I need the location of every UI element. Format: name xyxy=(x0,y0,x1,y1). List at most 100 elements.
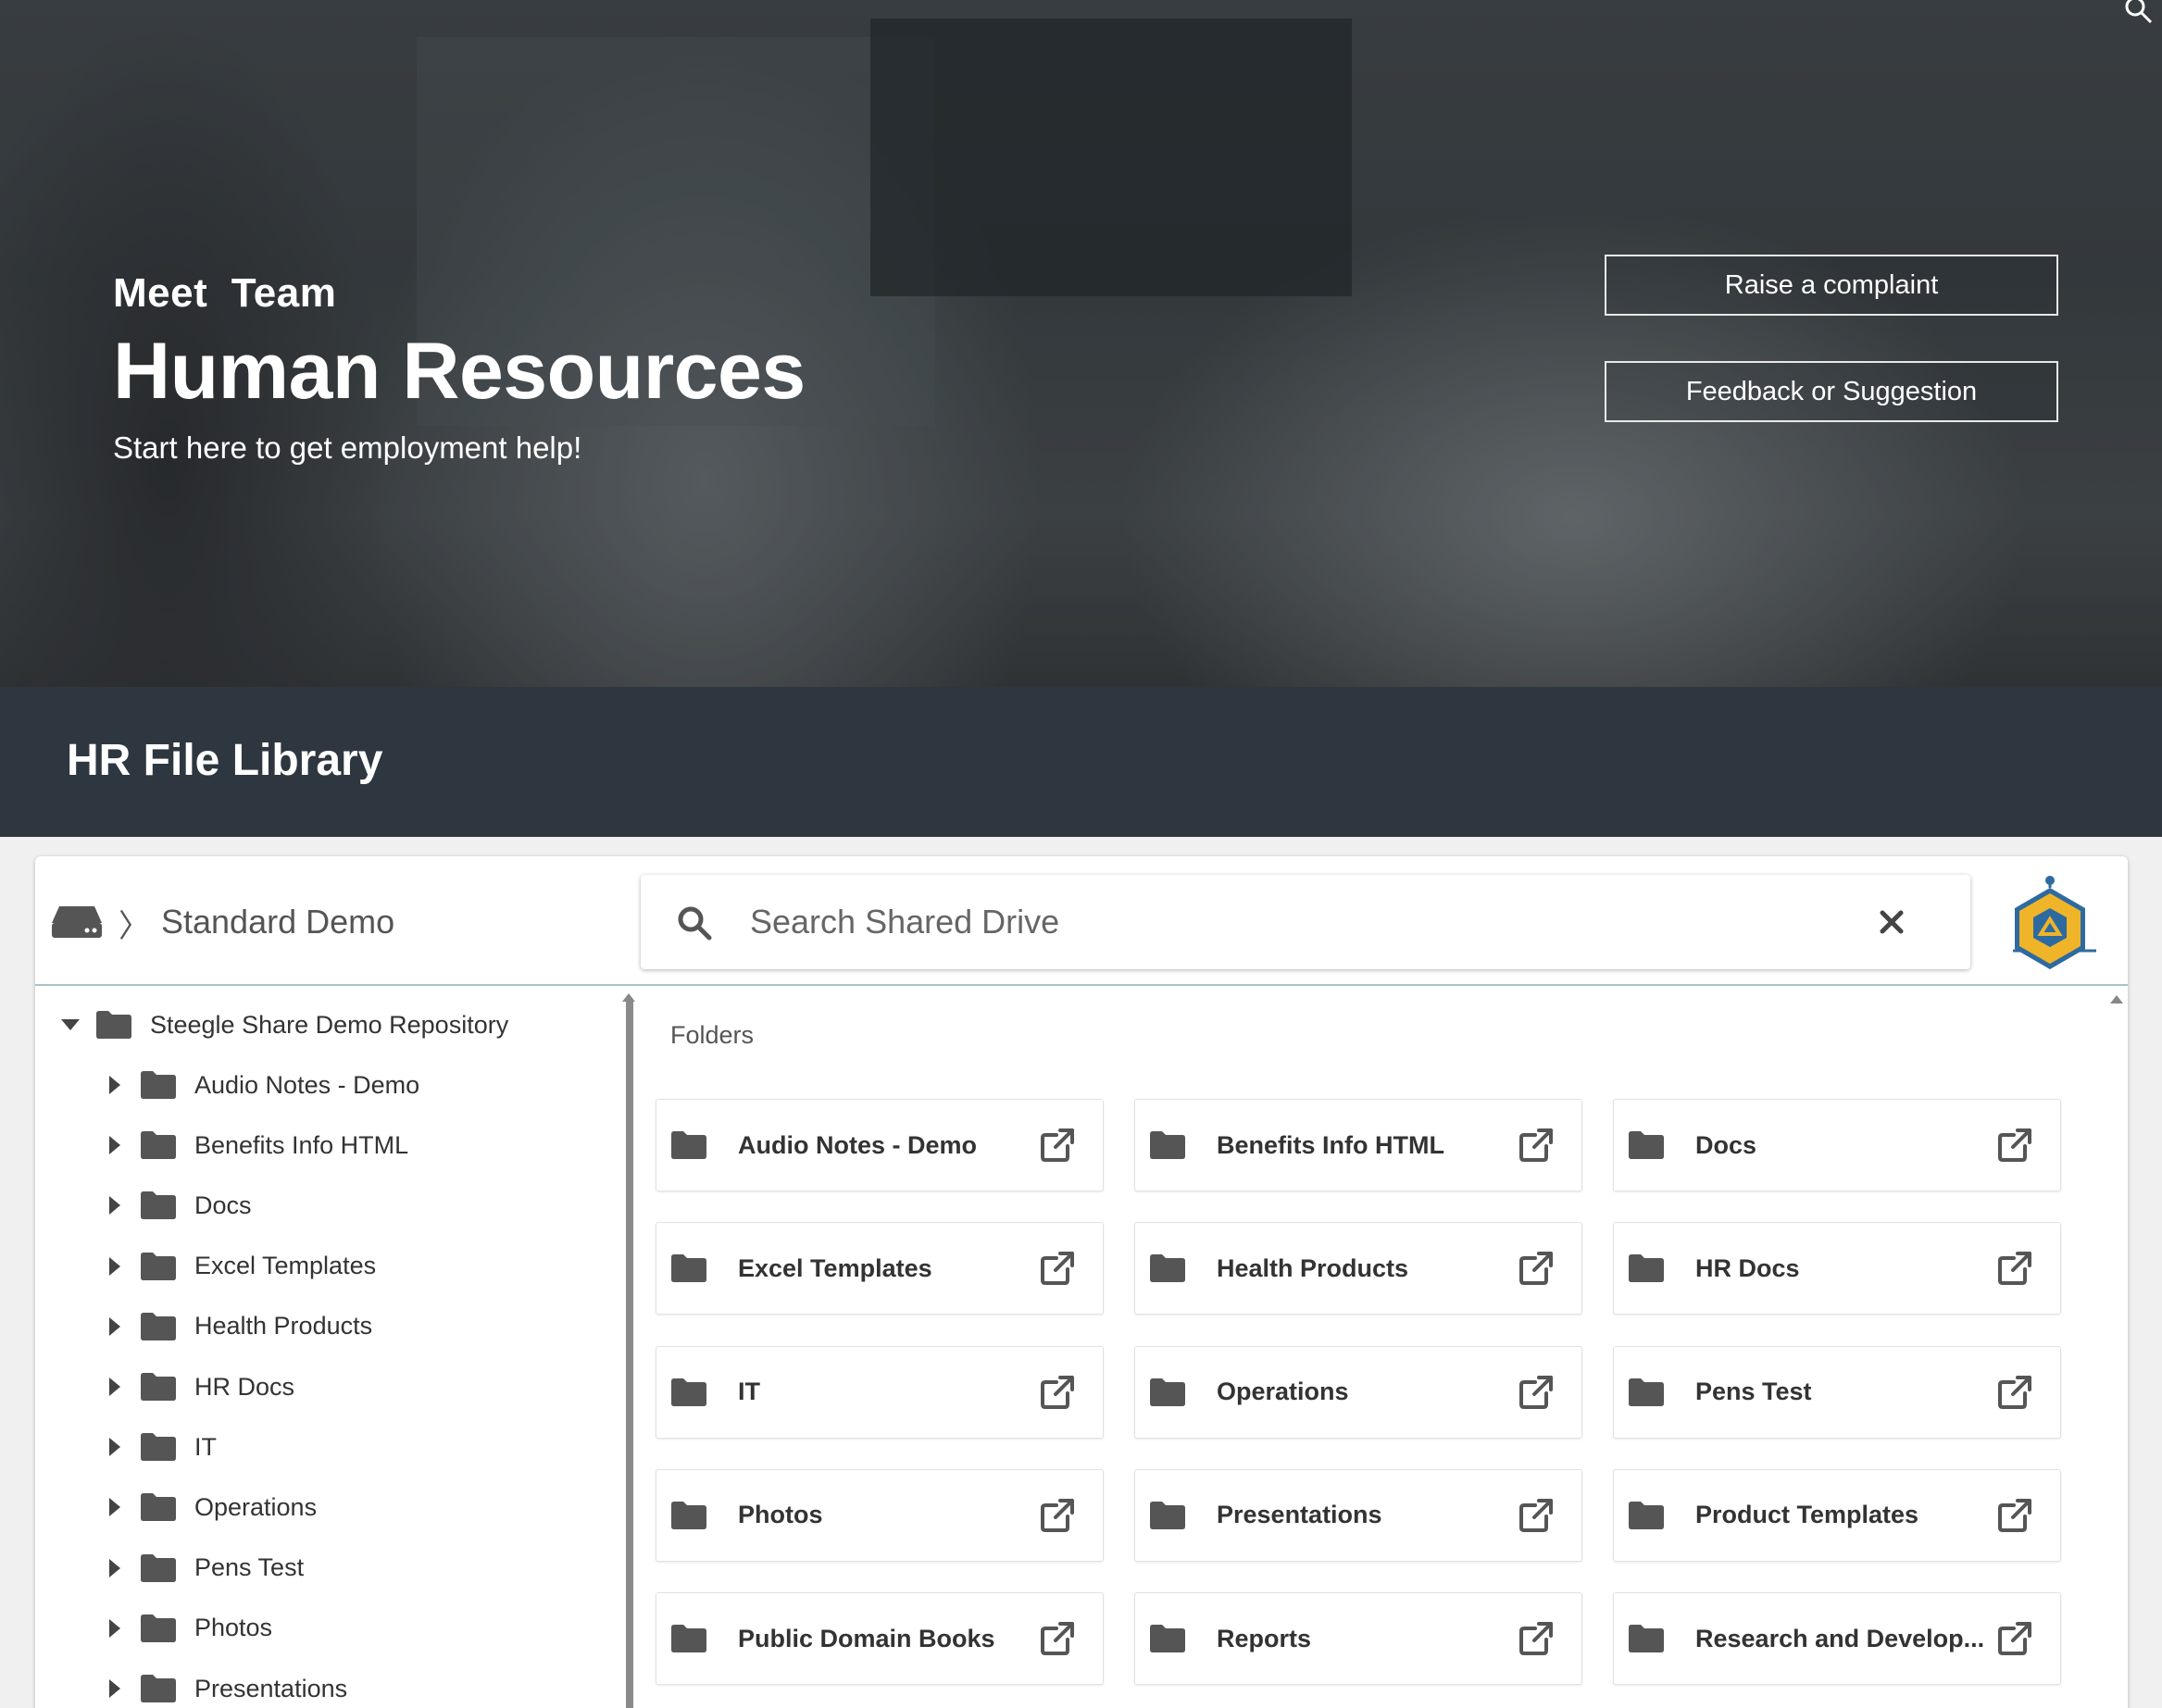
folder-icon xyxy=(141,1071,176,1099)
caret-right-icon[interactable] xyxy=(98,1256,131,1276)
search-icon[interactable] xyxy=(2123,0,2155,26)
open-external-icon[interactable] xyxy=(1040,1375,1075,1410)
tree-item[interactable]: IT xyxy=(98,1419,217,1475)
drive-icon[interactable] xyxy=(50,904,104,940)
tree-item[interactable]: Audio Notes - Demo xyxy=(98,1057,419,1113)
folder-icon xyxy=(671,1131,706,1159)
open-external-icon[interactable] xyxy=(1040,1251,1075,1286)
folder-icon xyxy=(1150,1131,1185,1159)
folder-card[interactable]: Audio Notes - Demo xyxy=(656,1099,1104,1191)
caret-right-icon[interactable] xyxy=(98,1679,131,1698)
steegle-logo[interactable] xyxy=(2007,875,2100,971)
folder-card[interactable]: Reports xyxy=(1134,1592,1582,1686)
tree-item[interactable]: Operations xyxy=(98,1479,317,1535)
folder-icon xyxy=(1629,1378,1664,1406)
open-external-icon[interactable] xyxy=(1997,1375,2032,1410)
folder-icon xyxy=(141,1191,176,1220)
folder-card[interactable]: Photos xyxy=(656,1468,1104,1562)
folder-card-label: Photos xyxy=(738,1501,823,1529)
folder-card[interactable]: HR Docs xyxy=(1613,1222,2061,1315)
folder-card[interactable]: Presentations xyxy=(1134,1468,1582,1562)
hero-subtitle: Meet Team xyxy=(113,270,337,316)
folder-icon xyxy=(141,1433,176,1462)
folder-icon xyxy=(1629,1254,1664,1283)
folder-card[interactable]: Health Products xyxy=(1134,1222,1582,1315)
scroll-up-arrow[interactable] xyxy=(2110,995,2123,1004)
caret-right-icon[interactable] xyxy=(98,1136,131,1155)
tree-item-label: Presentations xyxy=(194,1674,348,1702)
caret-right-icon[interactable] xyxy=(98,1196,131,1216)
tree-item-label: Health Products xyxy=(194,1312,373,1340)
tree-item[interactable]: Presentations xyxy=(98,1661,347,1708)
tree-root[interactable]: Steegle Share Demo Repository xyxy=(54,997,508,1053)
folder-icon xyxy=(1150,1378,1185,1406)
open-external-icon[interactable] xyxy=(1997,1498,2032,1533)
folder-card[interactable]: Benefits Info HTML xyxy=(1134,1099,1582,1191)
folder-card-label: Excel Templates xyxy=(738,1253,932,1282)
folder-card-label: HR Docs xyxy=(1695,1253,1800,1282)
folder-card[interactable]: Operations xyxy=(1134,1345,1582,1439)
open-external-icon[interactable] xyxy=(1518,1251,1554,1286)
tree-item[interactable]: Photos xyxy=(98,1601,272,1656)
search-bar xyxy=(641,875,1970,969)
folder-card-label: Reports xyxy=(1217,1624,1312,1652)
tree-item-label: HR Docs xyxy=(194,1372,295,1401)
caret-right-icon[interactable] xyxy=(98,1378,131,1396)
feedback-suggestion-button[interactable]: Feedback or Suggestion xyxy=(1605,361,2058,422)
caret-right-icon[interactable] xyxy=(98,1076,131,1094)
caret-right-icon[interactable] xyxy=(98,1558,131,1577)
close-icon[interactable] xyxy=(1880,910,1904,934)
folder-icon xyxy=(1629,1625,1664,1653)
open-external-icon[interactable] xyxy=(1518,1128,1554,1163)
tree-item-label: IT xyxy=(194,1432,217,1461)
search-icon[interactable] xyxy=(676,904,713,941)
folder-card[interactable]: Public Domain Books xyxy=(656,1592,1104,1686)
chevron-right-icon: 〉 xyxy=(119,909,150,944)
open-external-icon[interactable] xyxy=(1040,1498,1075,1533)
file-browser: 〉 Standard Demo Search Shared Drive Stee… xyxy=(35,856,2128,1708)
search-input[interactable] xyxy=(750,897,1861,947)
tree-item-label: Benefits Info HTML xyxy=(194,1130,409,1159)
folder-card[interactable]: Excel Templates xyxy=(656,1222,1104,1315)
tree-item[interactable]: Excel Templates xyxy=(98,1239,376,1294)
folder-icon xyxy=(1150,1254,1185,1283)
folder-icon xyxy=(141,1553,176,1582)
caret-right-icon[interactable] xyxy=(98,1618,131,1638)
open-external-icon[interactable] xyxy=(1997,1251,2032,1286)
caret-right-icon[interactable] xyxy=(98,1316,131,1336)
caret-right-icon[interactable] xyxy=(98,1498,131,1517)
tree-item[interactable]: Benefits Info HTML xyxy=(98,1117,408,1173)
hero-tagline: Start here to get employment help! xyxy=(113,430,582,465)
tree-item-label: Docs xyxy=(194,1191,252,1219)
tree-scrollbar[interactable] xyxy=(626,1000,633,1708)
tree-item[interactable]: Health Products xyxy=(98,1299,372,1354)
open-external-icon[interactable] xyxy=(1518,1621,1554,1656)
tree-item[interactable]: Docs xyxy=(98,1178,252,1233)
folder-icon xyxy=(141,1373,176,1401)
open-external-icon[interactable] xyxy=(1040,1128,1075,1163)
folder-card-label: Operations xyxy=(1217,1378,1349,1406)
open-external-icon[interactable] xyxy=(1997,1621,2032,1656)
raise-complaint-button[interactable]: Raise a complaint xyxy=(1605,255,2058,316)
hero-content: Meet Team Human Resources Start here to … xyxy=(113,270,806,466)
open-external-icon[interactable] xyxy=(1518,1375,1554,1410)
folder-icon xyxy=(141,1614,176,1642)
folder-card-label: Presentations xyxy=(1217,1501,1382,1529)
hero-title: Human Resources xyxy=(113,327,806,416)
tree-item[interactable]: Pens Test xyxy=(98,1540,304,1596)
open-external-icon[interactable] xyxy=(1997,1128,2032,1163)
tree-item[interactable]: HR Docs xyxy=(98,1359,294,1415)
folder-card[interactable]: Pens Test xyxy=(1613,1345,2061,1439)
folder-card-label: Public Domain Books xyxy=(738,1624,995,1652)
folder-card[interactable]: Research and Develop... xyxy=(1613,1592,2061,1686)
folder-card[interactable]: Product Templates xyxy=(1613,1468,2061,1562)
open-external-icon[interactable] xyxy=(1040,1621,1075,1656)
breadcrumb[interactable]: Standard Demo xyxy=(161,903,394,941)
open-external-icon[interactable] xyxy=(1518,1498,1554,1533)
folder-card[interactable]: Docs xyxy=(1613,1099,2061,1191)
folder-icon xyxy=(1150,1625,1185,1653)
caret-right-icon[interactable] xyxy=(98,1438,131,1457)
caret-down-icon[interactable] xyxy=(54,1019,87,1030)
folder-card[interactable]: IT xyxy=(656,1345,1104,1439)
folders-heading: Folders xyxy=(670,1021,755,1049)
